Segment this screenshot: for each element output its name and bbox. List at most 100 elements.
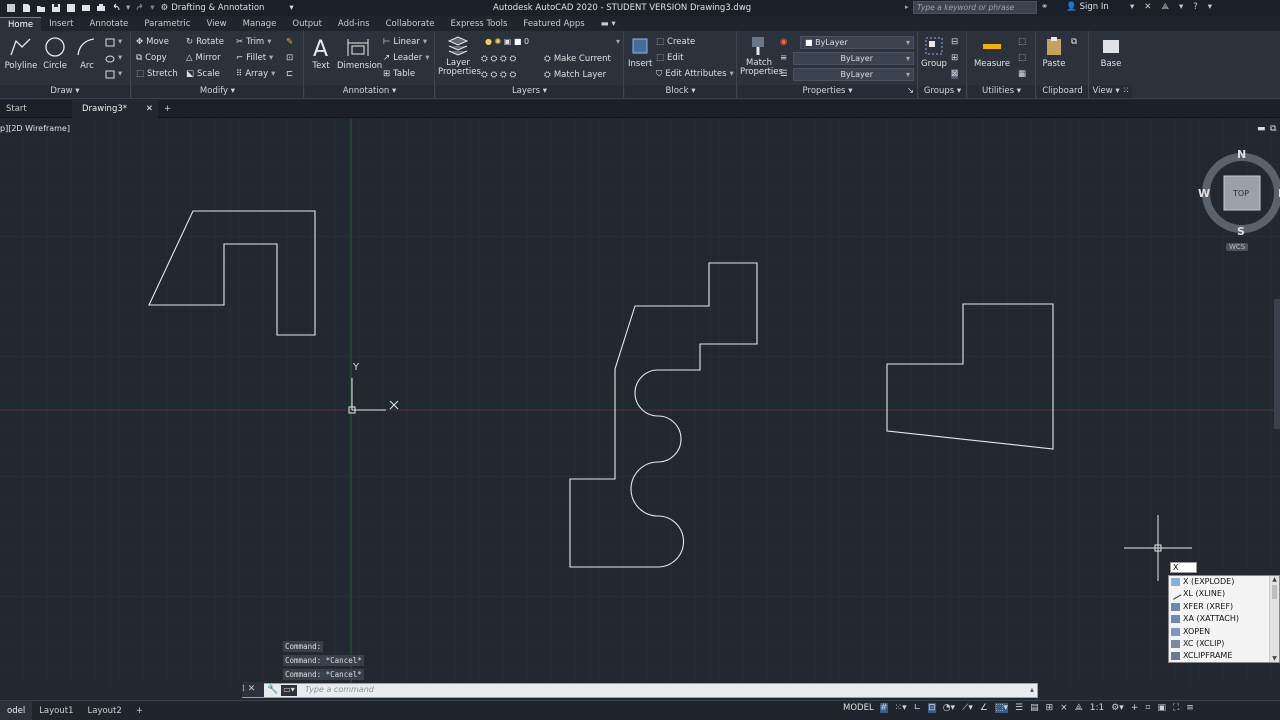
transparency-icon[interactable]: ▤ [1030, 703, 1039, 713]
tab-annotate[interactable]: Annotate [82, 17, 137, 31]
tab-collaborate[interactable]: Collaborate [378, 17, 443, 31]
paste-button[interactable]: Paste [1041, 35, 1067, 69]
command-prompt-icon[interactable]: ▭▾ [281, 685, 297, 696]
layer-properties-button[interactable]: Layer Properties [438, 35, 481, 77]
erase-button[interactable]: ✎ [286, 35, 293, 49]
linear-button[interactable]: ⊢ Linear ▾ [383, 35, 427, 49]
command-line-handle[interactable]: ⁞ ✕ [242, 682, 264, 697]
sign-in-button[interactable]: 👤 Sign In [1066, 2, 1109, 12]
help-dropdown-icon[interactable]: ▾ [1208, 2, 1212, 12]
insert-button[interactable]: Insert [628, 35, 652, 69]
save-as-icon[interactable] [66, 3, 76, 13]
modify-panel-title[interactable]: Modify ▾ [132, 85, 303, 98]
undo-icon[interactable] [111, 3, 121, 13]
autocomplete-item-xclip[interactable]: XC (XCLIP) [1171, 638, 1224, 650]
tab-output[interactable]: Output [284, 17, 330, 31]
properties-panel-title[interactable]: Properties ▾ ↘ [738, 85, 917, 98]
autocomplete-item-xclipframe[interactable]: XCLIPFRAME [1171, 650, 1232, 662]
annotation-visibility-icon[interactable]: ⨯ [1060, 703, 1068, 713]
match-properties-button[interactable]: Match Properties [740, 35, 783, 77]
autocomplete-scrollbar[interactable]: ▲ ▼ [1269, 576, 1279, 662]
redo-dropdown-icon[interactable]: ▾ [150, 3, 154, 13]
customization-menu-icon[interactable]: ≡ [1186, 703, 1194, 713]
offset-button[interactable]: ⊏ [286, 67, 293, 81]
lineweight-dropdown[interactable]: ByLayer ▾ [793, 52, 914, 65]
workspace-switch-icon[interactable]: ⚙▾ [1111, 703, 1124, 713]
tab-manage[interactable]: Manage [235, 17, 285, 31]
scale-button[interactable]: ⬕ Scale [186, 67, 220, 81]
ortho-icon[interactable]: ∟ [914, 703, 922, 713]
annotation-scale-value[interactable]: 1:1 [1090, 703, 1104, 713]
polyline-button[interactable]: Polyline [4, 35, 38, 71]
color-dropdown[interactable]: ■ ByLayer ▾ [800, 36, 914, 49]
measure-button[interactable]: Measure [972, 35, 1012, 69]
move-button[interactable]: ✥ Move [136, 35, 169, 49]
utilities-tool-2[interactable]: ⬚ [1018, 51, 1026, 65]
autodesk-app-store-icon[interactable]: ✕ [1144, 2, 1151, 12]
autocomplete-item-xline[interactable]: XL (XLINE) [1169, 588, 1225, 600]
annotation-monitor-icon[interactable]: + [1131, 703, 1139, 713]
utilities-panel-title[interactable]: Utilities ▾ [968, 85, 1035, 98]
print-icon[interactable] [96, 3, 106, 13]
tab-add-ins[interactable]: Add-ins [330, 17, 378, 31]
layout1-tab[interactable]: Layout1 [32, 701, 80, 720]
edit-attributes-button[interactable]: ⛉ Edit Attributes ▾ [656, 67, 734, 81]
new-layout-button[interactable]: + [129, 701, 150, 720]
block-panel-title[interactable]: Block ▾ [625, 85, 736, 98]
explode-button[interactable]: ⊡ [286, 51, 293, 65]
base-button[interactable]: Base [1096, 35, 1126, 69]
create-block-button[interactable]: ⬚ Create [656, 35, 695, 49]
annotation-scale-icon[interactable]: ⟁ [1075, 703, 1083, 713]
open-file-icon[interactable] [36, 3, 46, 13]
stretch-button[interactable]: ⬚ Stretch [136, 67, 178, 81]
hatch-button[interactable]: ▾ [105, 51, 122, 65]
isolate-objects-icon[interactable]: ▣ [1157, 703, 1166, 713]
tab-view[interactable]: View [198, 17, 234, 31]
undo-dropdown-icon[interactable]: ▾ [126, 3, 130, 13]
grid-icon[interactable]: # [880, 703, 888, 713]
clipboard-panel-title[interactable]: Clipboard [1037, 85, 1088, 98]
trim-button[interactable]: ✂ Trim ▾ [236, 35, 272, 49]
units-icon[interactable]: ⌗ [1145, 703, 1150, 713]
viewcube-south[interactable]: S [1237, 225, 1245, 238]
tab-home[interactable]: Home [0, 17, 42, 31]
dropdown-icon[interactable]: ▾ [1179, 2, 1183, 12]
layout2-tab[interactable]: Layout2 [81, 701, 129, 720]
tab-featured-apps[interactable]: Featured Apps [515, 17, 592, 31]
array-button[interactable]: ⠿ Array ▾ [236, 67, 275, 81]
autocomplete-item-xattach[interactable]: XA (XATTACH) [1171, 613, 1239, 625]
groups-panel-title[interactable]: Groups ▾ [919, 85, 966, 98]
command-line[interactable]: ⁞ ✕ 🔧 ▭▾ Type a command ▴ [242, 682, 1038, 698]
arc-button[interactable]: Arc [74, 35, 100, 71]
dimension-button[interactable]: Dimension [337, 35, 382, 71]
viewport-restore-icon[interactable]: ⧉ [1270, 124, 1276, 134]
gradient-button[interactable]: ▾ [105, 67, 122, 81]
view-panel-title[interactable]: View ▾ ⁙ [1090, 85, 1132, 98]
leader-button[interactable]: ↗ Leader ▾ [383, 51, 430, 65]
layer-tools-row2[interactable]: ⛭ ⛭ ⛭ ⛭ [481, 68, 516, 82]
new-tab-button[interactable]: + [158, 100, 177, 118]
autocomplete-item-xopen[interactable]: XOPEN [1171, 626, 1210, 638]
wcs-menu[interactable]: WCS [1226, 243, 1249, 251]
lineweight-display-icon[interactable]: ☰ [1015, 703, 1023, 713]
utilities-tool-1[interactable]: ⬚ [1018, 35, 1026, 49]
save-icon[interactable] [51, 3, 61, 13]
close-tab-icon[interactable]: ✕ [146, 100, 153, 118]
rotate-button[interactable]: ↻ Rotate [186, 35, 224, 49]
drawing-canvas[interactable]: N S W E TOP WCS ▬ ⧉ Y [0, 119, 1280, 684]
edit-block-button[interactable]: ⬚ Edit [656, 51, 684, 65]
viewport-minimize-icon[interactable]: ▬ [1257, 124, 1266, 134]
isodraft-icon[interactable]: ⟋▾ [962, 703, 973, 713]
layers-panel-title[interactable]: Layers ▾ [436, 85, 623, 98]
rectangle-button[interactable]: ▾ [105, 35, 122, 49]
circle-button[interactable]: Circle [40, 35, 70, 71]
start-tab[interactable]: Start [0, 100, 72, 118]
redo-icon[interactable] [135, 3, 145, 13]
model-space-button[interactable]: MODEL [843, 703, 874, 713]
group-edit-icon[interactable]: ⊞ [951, 51, 958, 65]
copy-clip-icon[interactable]: ⧉ [1071, 35, 1077, 49]
app-menu-icon[interactable] [6, 3, 16, 13]
new-file-icon[interactable] [21, 3, 31, 13]
tab-express-tools[interactable]: Express Tools [443, 17, 516, 31]
viewcube-west[interactable]: W [1198, 187, 1210, 200]
